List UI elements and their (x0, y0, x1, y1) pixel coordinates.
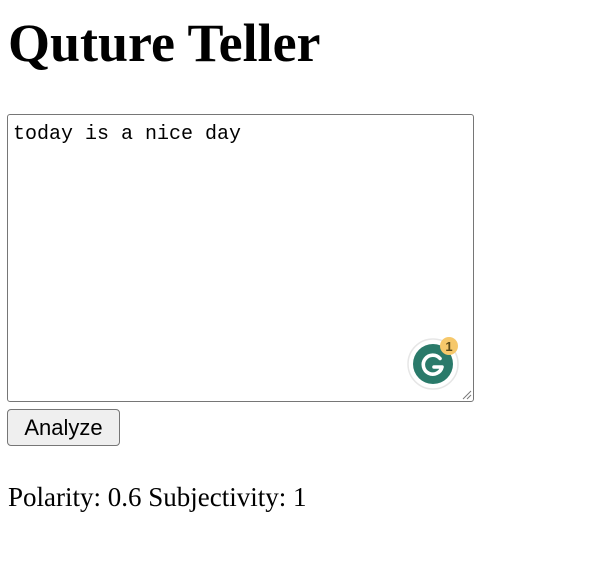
grammarly-count: 1 (445, 339, 452, 354)
text-input-container: today is a nice day 1 (7, 114, 474, 402)
grammarly-count-badge: 1 (440, 337, 458, 355)
grammarly-button[interactable]: 1 (407, 336, 461, 390)
subjectivity-value: 1 (293, 482, 307, 512)
text-input[interactable]: today is a nice day (7, 114, 474, 402)
polarity-label: Polarity: (8, 482, 101, 512)
resize-handle-icon[interactable] (460, 388, 472, 400)
polarity-value: 0.6 (107, 482, 142, 512)
page-title: Quture Teller (8, 13, 321, 73)
grammarly-icon: 1 (407, 337, 459, 390)
sentiment-result: Polarity: 0.6 Subjectivity: 1 (8, 480, 307, 514)
analyze-button[interactable]: Analyze (7, 409, 120, 446)
subjectivity-label: Subjectivity: (148, 482, 287, 512)
